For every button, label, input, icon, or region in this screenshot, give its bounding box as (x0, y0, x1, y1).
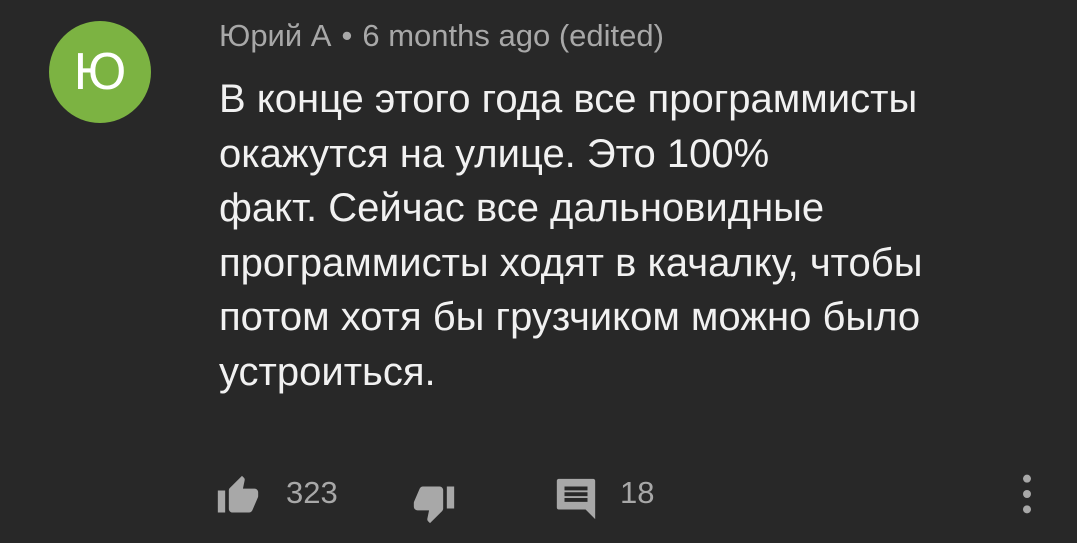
avatar-letter: Ю (73, 43, 127, 101)
edited-label: (edited) (558, 18, 664, 53)
more-vert-icon[interactable] (1012, 471, 1042, 517)
thumb-up-icon[interactable] (215, 474, 261, 518)
comment-header: Юрий А • 6 months ago (edited) (219, 14, 664, 58)
meta-separator: • (341, 18, 353, 53)
comment-actions: 323 18 (0, 465, 1077, 524)
comment-text: В конце этого года все программисты окаж… (219, 77, 923, 394)
like-count: 323 (286, 475, 338, 510)
timestamp: 6 months ago (362, 18, 551, 53)
thumb-down-icon[interactable] (411, 481, 457, 525)
comment-icon[interactable] (553, 475, 599, 521)
reply-count: 18 (620, 475, 655, 510)
comment: Ю Юрий А • 6 months ago (edited) В конце э… (0, 0, 1077, 543)
avatar[interactable]: Ю (49, 21, 151, 123)
author-name[interactable]: Юрий А (219, 18, 331, 53)
